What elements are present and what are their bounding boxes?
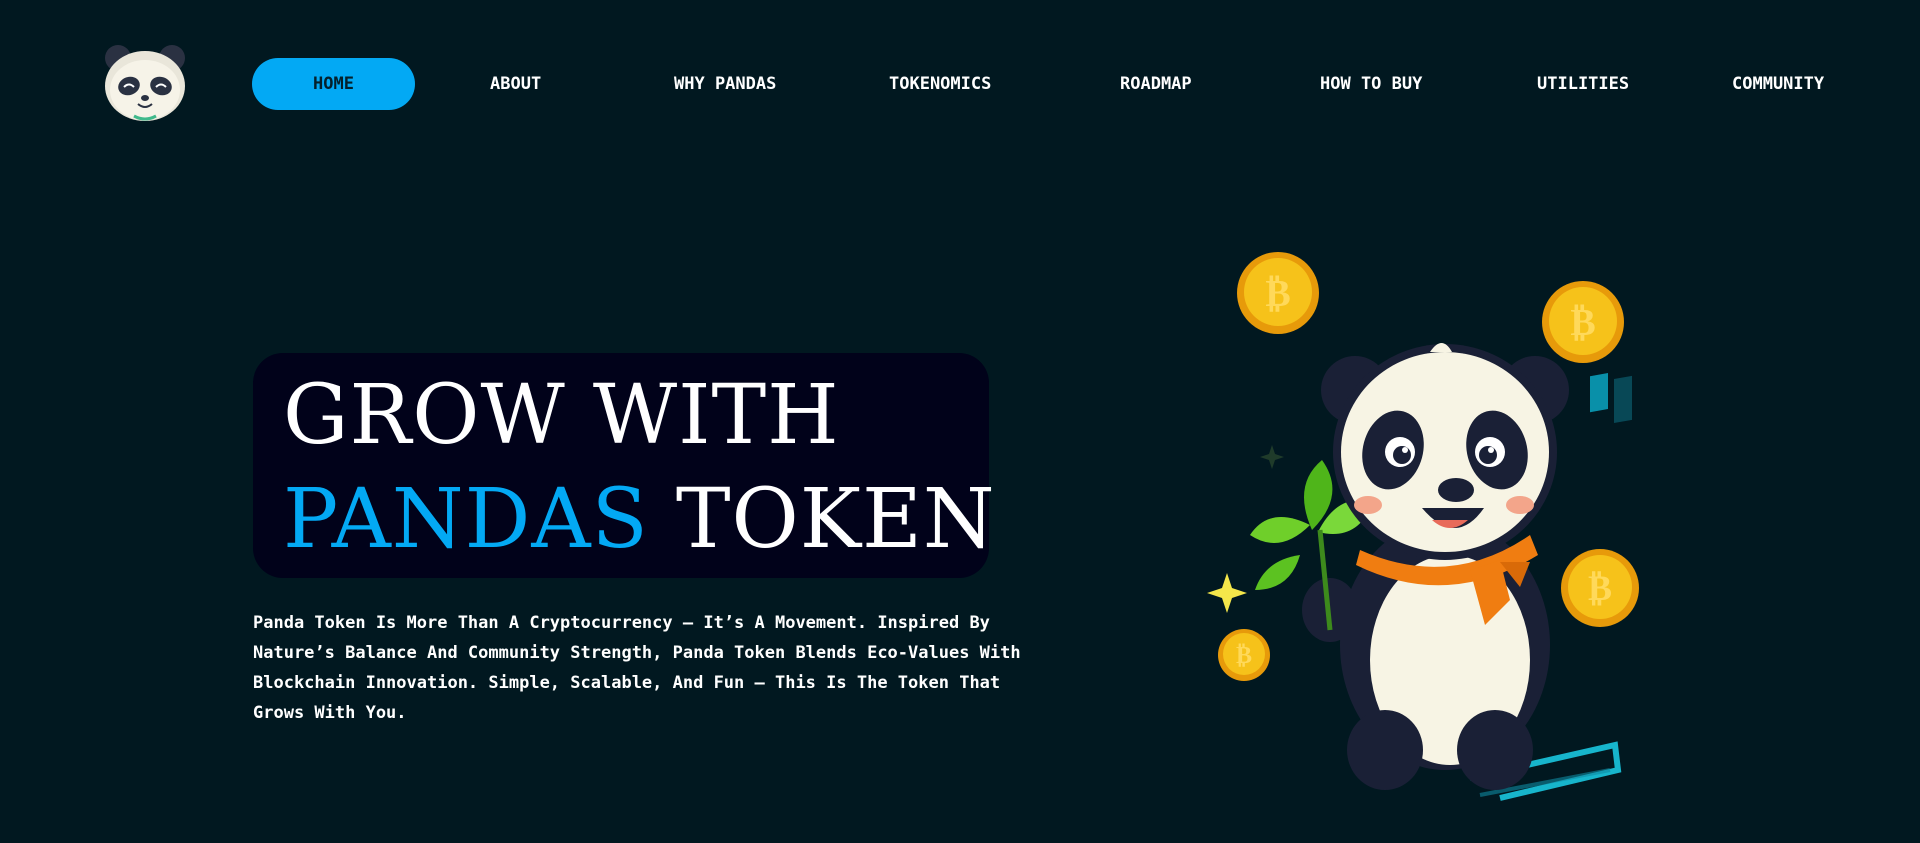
nav-about[interactable]: ABOUT	[490, 58, 541, 110]
hero-title-line2: PANDAS TOKEN	[283, 479, 996, 561]
nav-why-pandas[interactable]: WHY PANDAS	[674, 58, 776, 110]
hero-heading-box: GROW WITH PANDAS TOKEN	[253, 353, 995, 578]
bitcoin-coin-icon: ₿	[1542, 281, 1624, 363]
nav-tokenomics[interactable]: TOKENOMICS	[889, 58, 991, 110]
hero-title-rest: TOKEN	[675, 472, 996, 567]
bitcoin-coin-icon: ₿	[1218, 629, 1270, 681]
panda-mascot-icon: ₿ ₿ ₿ ₿	[1207, 252, 1639, 801]
hero-title-line1: GROW WITH	[283, 368, 840, 463]
nav-how-to-buy[interactable]: HOW TO BUY	[1320, 58, 1422, 110]
panda-logo-icon[interactable]	[100, 42, 190, 122]
nav-utilities[interactable]: UTILITIES	[1537, 58, 1629, 110]
nav-community[interactable]: COMMUNITY	[1732, 58, 1824, 110]
svg-text:₿: ₿	[1588, 568, 1612, 609]
svg-text:₿: ₿	[1236, 641, 1252, 669]
svg-text:₿: ₿	[1265, 271, 1290, 315]
svg-text:₿: ₿	[1570, 300, 1595, 344]
bitcoin-coin-icon: ₿	[1237, 252, 1319, 334]
hero-description: Panda Token Is More Than A Cryptocurrenc…	[253, 613, 1021, 723]
nav-roadmap[interactable]: ROADMAP	[1120, 58, 1192, 110]
bitcoin-coin-icon: ₿	[1561, 549, 1639, 627]
main-nav: HOME ABOUT WHY PANDAS TOKENOMICS ROADMAP…	[252, 58, 1842, 110]
hero-title-accent: PANDAS	[283, 472, 649, 567]
nav-home[interactable]: HOME	[252, 58, 415, 110]
